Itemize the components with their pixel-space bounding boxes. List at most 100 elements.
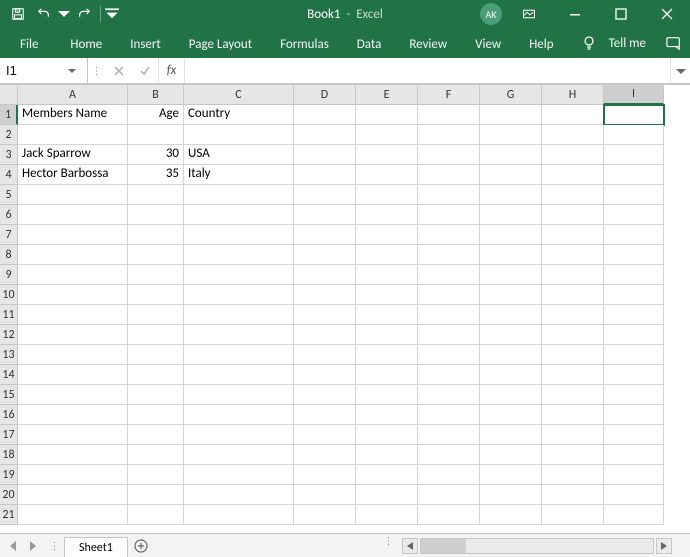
- cell-G12[interactable]: [480, 325, 542, 345]
- row-header-5[interactable]: 5: [0, 185, 18, 205]
- cell-B18[interactable]: [128, 445, 184, 465]
- cell-E12[interactable]: [356, 325, 418, 345]
- cell-C8[interactable]: [184, 245, 294, 265]
- cell-D1[interactable]: [294, 105, 356, 125]
- row-header-17[interactable]: 17: [0, 425, 18, 445]
- cell-E17[interactable]: [356, 425, 418, 445]
- cell-H3[interactable]: [542, 145, 604, 165]
- column-header-B[interactable]: B: [128, 85, 184, 105]
- cell-I18[interactable]: [604, 445, 664, 465]
- cell-D3[interactable]: [294, 145, 356, 165]
- cell-F7[interactable]: [418, 225, 480, 245]
- cell-E16[interactable]: [356, 405, 418, 425]
- cell-F4[interactable]: [418, 165, 480, 185]
- cell-G15[interactable]: [480, 385, 542, 405]
- cell-B21[interactable]: [128, 505, 184, 525]
- cell-B10[interactable]: [128, 285, 184, 305]
- name-box[interactable]: [0, 61, 64, 80]
- share-icon[interactable]: [666, 35, 682, 51]
- cell-B16[interactable]: [128, 405, 184, 425]
- maximize-icon[interactable]: [598, 0, 644, 28]
- cell-B6[interactable]: [128, 205, 184, 225]
- cell-D4[interactable]: [294, 165, 356, 185]
- redo-icon[interactable]: [72, 3, 96, 25]
- ribbon-tab-file[interactable]: File: [2, 31, 56, 58]
- cell-D18[interactable]: [294, 445, 356, 465]
- cell-G1[interactable]: [480, 105, 542, 125]
- cell-C10[interactable]: [184, 285, 294, 305]
- cell-I12[interactable]: [604, 325, 664, 345]
- save-icon[interactable]: [6, 3, 30, 25]
- row-header-6[interactable]: 6: [0, 205, 18, 225]
- cell-B2[interactable]: [128, 125, 184, 145]
- cell-G7[interactable]: [480, 225, 542, 245]
- cell-E4[interactable]: [356, 165, 418, 185]
- cell-D9[interactable]: [294, 265, 356, 285]
- sheet-bar-handle[interactable]: ⋮: [46, 534, 64, 557]
- ribbon-tab-page-layout[interactable]: Page Layout: [175, 31, 266, 58]
- column-header-G[interactable]: G: [480, 85, 542, 105]
- cell-C15[interactable]: [184, 385, 294, 405]
- cell-B7[interactable]: [128, 225, 184, 245]
- cell-A13[interactable]: [18, 345, 128, 365]
- cell-B11[interactable]: [128, 305, 184, 325]
- column-header-I[interactable]: I: [604, 85, 664, 105]
- cell-A16[interactable]: [18, 405, 128, 425]
- select-all-corner[interactable]: [0, 85, 18, 105]
- new-sheet-icon[interactable]: [128, 534, 154, 557]
- cell-G8[interactable]: [480, 245, 542, 265]
- cell-D8[interactable]: [294, 245, 356, 265]
- cell-G3[interactable]: [480, 145, 542, 165]
- cell-H5[interactable]: [542, 185, 604, 205]
- cell-C18[interactable]: [184, 445, 294, 465]
- ribbon-tab-home[interactable]: Home: [56, 31, 116, 58]
- cell-G20[interactable]: [480, 485, 542, 505]
- cell-C21[interactable]: [184, 505, 294, 525]
- cell-E7[interactable]: [356, 225, 418, 245]
- cell-F5[interactable]: [418, 185, 480, 205]
- cell-H2[interactable]: [542, 125, 604, 145]
- cell-E13[interactable]: [356, 345, 418, 365]
- undo-dropdown-icon[interactable]: [58, 3, 70, 25]
- cell-B20[interactable]: [128, 485, 184, 505]
- cell-F11[interactable]: [418, 305, 480, 325]
- cells[interactable]: Members NameAgeCountryJack Sparrow30USAH…: [18, 105, 690, 533]
- cell-I10[interactable]: [604, 285, 664, 305]
- column-header-A[interactable]: A: [18, 85, 128, 105]
- cell-A11[interactable]: [18, 305, 128, 325]
- cell-G17[interactable]: [480, 425, 542, 445]
- fx-label[interactable]: fx: [159, 58, 185, 83]
- cell-D17[interactable]: [294, 425, 356, 445]
- cell-E21[interactable]: [356, 505, 418, 525]
- cell-H8[interactable]: [542, 245, 604, 265]
- cell-G11[interactable]: [480, 305, 542, 325]
- cell-H12[interactable]: [542, 325, 604, 345]
- cell-E14[interactable]: [356, 365, 418, 385]
- cell-D12[interactable]: [294, 325, 356, 345]
- cell-B9[interactable]: [128, 265, 184, 285]
- scroll-left-icon[interactable]: [402, 538, 418, 554]
- cell-A4[interactable]: Hector Barbossa: [18, 165, 128, 185]
- cell-C9[interactable]: [184, 265, 294, 285]
- cell-I4[interactable]: [604, 165, 664, 185]
- cell-A7[interactable]: [18, 225, 128, 245]
- cell-H13[interactable]: [542, 345, 604, 365]
- cell-G13[interactable]: [480, 345, 542, 365]
- cell-H21[interactable]: [542, 505, 604, 525]
- cell-H20[interactable]: [542, 485, 604, 505]
- scroll-thumb[interactable]: [421, 539, 466, 553]
- cell-B4[interactable]: 35: [128, 165, 184, 185]
- enter-icon[interactable]: [132, 65, 158, 77]
- row-header-1[interactable]: 1: [0, 105, 18, 125]
- cell-I19[interactable]: [604, 465, 664, 485]
- formula-input[interactable]: [185, 58, 670, 83]
- cell-B14[interactable]: [128, 365, 184, 385]
- cell-H4[interactable]: [542, 165, 604, 185]
- cell-C6[interactable]: [184, 205, 294, 225]
- cell-I7[interactable]: [604, 225, 664, 245]
- cell-I15[interactable]: [604, 385, 664, 405]
- row-header-14[interactable]: 14: [0, 365, 18, 385]
- cell-I5[interactable]: [604, 185, 664, 205]
- row-header-12[interactable]: 12: [0, 325, 18, 345]
- cell-I21[interactable]: [604, 505, 664, 525]
